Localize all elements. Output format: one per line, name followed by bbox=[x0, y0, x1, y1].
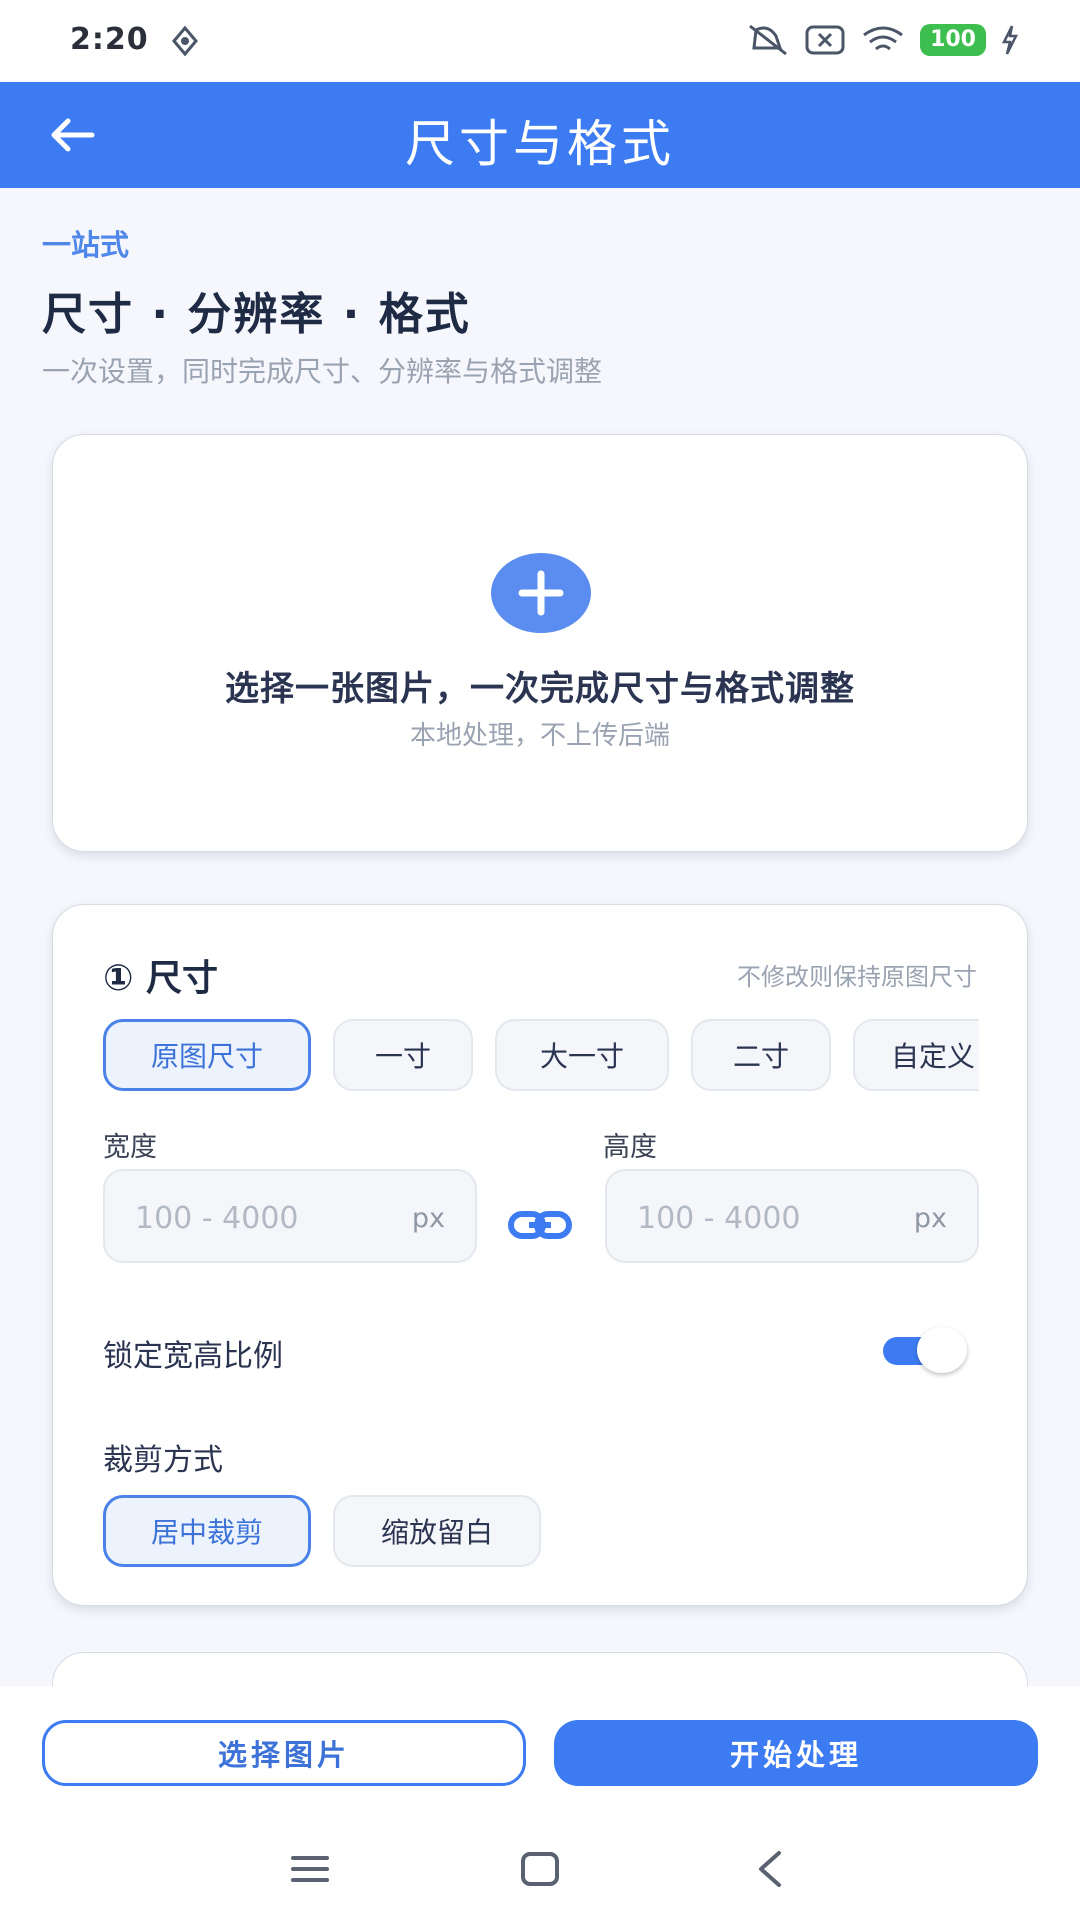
height-placeholder: 100 - 4000 bbox=[637, 1201, 801, 1236]
height-input[interactable]: 100 - 4000 px bbox=[605, 1169, 979, 1263]
wifi-icon bbox=[863, 26, 903, 51]
size-settings-card: ① 尺寸 不修改则保持原图尺寸 原图尺寸 一寸 大一寸 二寸 自定义 宽度 高度… bbox=[52, 904, 1028, 1606]
preset-chip-original[interactable]: 原图尺寸 bbox=[103, 1019, 311, 1091]
toggle-thumb bbox=[917, 1327, 967, 1373]
headline: 尺寸 · 分辨率 · 格式 bbox=[42, 289, 471, 340]
image-upload-card[interactable]: 选择一张图片，一次完成尺寸与格式调整 本地处理，不上传后端 bbox=[52, 434, 1028, 852]
system-nav-bar bbox=[0, 1826, 1080, 1916]
lock-ratio-label: 锁定宽高比例 bbox=[103, 1339, 283, 1374]
bottom-action-bar: 选择图片 开始处理 bbox=[0, 1686, 1080, 1920]
app-bar: 尺寸与格式 bbox=[0, 82, 1080, 188]
settings-status-icon bbox=[172, 25, 198, 57]
no-sim-icon bbox=[805, 25, 845, 55]
eyebrow-label: 一站式 bbox=[42, 228, 130, 262]
height-label: 高度 bbox=[603, 1132, 657, 1163]
preset-chip-large-1inch[interactable]: 大一寸 bbox=[495, 1019, 669, 1091]
chevron-left-icon bbox=[759, 1851, 781, 1887]
menu-icon bbox=[291, 1856, 329, 1882]
add-image-icon[interactable] bbox=[491, 553, 591, 633]
crop-option-center[interactable]: 居中裁剪 bbox=[103, 1495, 311, 1567]
charging-icon bbox=[1001, 25, 1019, 55]
nav-back-button[interactable] bbox=[740, 1844, 800, 1894]
preset-chip-2inch[interactable]: 二寸 bbox=[691, 1019, 831, 1091]
home-square-icon bbox=[521, 1852, 559, 1886]
lock-ratio-toggle[interactable] bbox=[879, 1325, 969, 1373]
status-time: 2:20 bbox=[70, 22, 149, 57]
section-title-size: ① 尺寸 bbox=[103, 958, 219, 999]
page-title: 尺寸与格式 bbox=[405, 115, 675, 173]
crop-mode-label: 裁剪方式 bbox=[103, 1443, 223, 1478]
crop-option-fit[interactable]: 缩放留白 bbox=[333, 1495, 541, 1567]
upload-title: 选择一张图片，一次完成尺寸与格式调整 bbox=[225, 669, 855, 709]
subheadline: 一次设置，同时完成尺寸、分辨率与格式调整 bbox=[42, 355, 603, 388]
preset-chip-1inch[interactable]: 一寸 bbox=[333, 1019, 473, 1091]
width-input[interactable]: 100 - 4000 px bbox=[103, 1169, 477, 1263]
width-placeholder: 100 - 4000 bbox=[135, 1201, 299, 1236]
nav-menu-button[interactable] bbox=[280, 1844, 340, 1894]
upload-subtitle: 本地处理，不上传后端 bbox=[409, 721, 670, 751]
link-ratio-icon[interactable] bbox=[507, 1205, 573, 1245]
status-icons: 100 bbox=[746, 20, 1020, 60]
section-hint: 不修改则保持原图尺寸 bbox=[737, 963, 977, 991]
start-processing-button[interactable]: 开始处理 bbox=[554, 1720, 1038, 1786]
mute-icon bbox=[749, 24, 787, 56]
battery-indicator: 100 bbox=[920, 24, 986, 56]
status-bar: 2:20 100 bbox=[0, 0, 1080, 82]
width-unit: px bbox=[411, 1203, 445, 1234]
select-image-button[interactable]: 选择图片 bbox=[42, 1720, 526, 1786]
nav-home-button[interactable] bbox=[510, 1844, 570, 1894]
preset-chip-custom[interactable]: 自定义 bbox=[853, 1019, 979, 1091]
size-preset-list[interactable]: 原图尺寸 一寸 大一寸 二寸 自定义 bbox=[103, 1019, 979, 1093]
width-label: 宽度 bbox=[103, 1132, 157, 1163]
height-unit: px bbox=[913, 1203, 947, 1234]
